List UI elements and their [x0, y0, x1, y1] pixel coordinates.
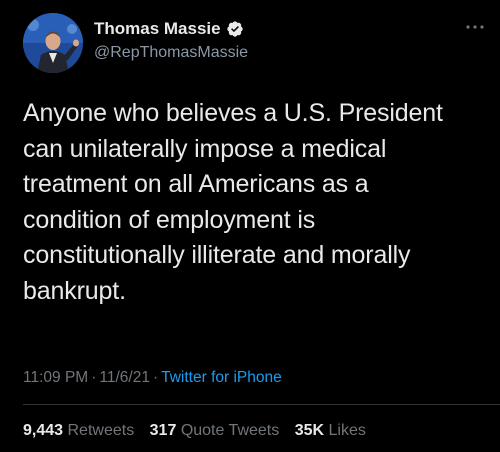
meta-separator: · — [91, 369, 97, 386]
author-name-row[interactable]: Thomas Massie — [94, 18, 248, 40]
divider — [23, 404, 500, 405]
quote-tweets-count: 317 — [149, 422, 177, 439]
tweet-text: Anyone who believes a U.S. President can… — [23, 99, 443, 305]
quote-tweets-label: Quote Tweets — [180, 422, 280, 439]
likes-label: Likes — [328, 422, 366, 439]
tweet-meta: 11:09 PM · 11/6/21 · Twitter for iPhone — [23, 367, 282, 389]
meta-separator-2: · — [152, 369, 159, 386]
likes-stat[interactable]: 35K Likes — [295, 422, 366, 439]
author-block: Thomas Massie @RepThomasMassie — [94, 18, 248, 64]
author-handle[interactable]: @RepThomasMassie — [94, 42, 248, 64]
retweets-count: 9,443 — [23, 422, 64, 439]
author-display-name[interactable]: Thomas Massie — [94, 18, 221, 40]
tweet-stats: 9,443 Retweets 317 Quote Tweets 35K Like… — [23, 420, 377, 442]
avatar[interactable] — [23, 13, 83, 73]
tweet-date[interactable]: 11/6/21 — [99, 369, 150, 386]
more-options-icon[interactable] — [464, 20, 486, 34]
avatar-photo-icon — [23, 13, 83, 73]
verified-badge-icon — [226, 20, 244, 38]
tweet-time[interactable]: 11:09 PM — [23, 369, 88, 386]
retweets-label: Retweets — [67, 422, 135, 439]
tweet-card: Thomas Massie @RepThomasMassie Anyone wh… — [0, 0, 500, 452]
tweet-source-link[interactable]: Twitter for iPhone — [161, 369, 282, 386]
retweets-stat[interactable]: 9,443 Retweets — [23, 422, 134, 439]
likes-count: 35K — [294, 422, 325, 439]
quote-tweets-stat[interactable]: 317 Quote Tweets — [150, 422, 280, 439]
